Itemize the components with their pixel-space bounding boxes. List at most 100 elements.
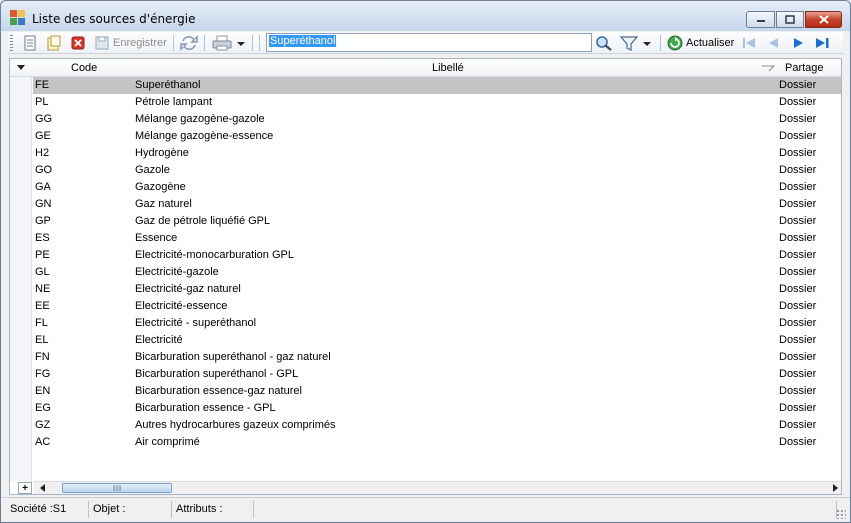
cell-partage: Dossier — [779, 96, 817, 108]
table-row[interactable]: NE Electricité-gaz naturel Dossier — [33, 281, 841, 298]
new-button[interactable] — [22, 34, 38, 52]
scroll-right-button[interactable] — [828, 482, 841, 494]
window-title: Liste des sources d'énergie — [32, 12, 196, 26]
toolbar: Enregistrer Superéthanol Actualiser — [8, 32, 843, 54]
table-row[interactable]: GO Gazole Dossier — [33, 162, 841, 179]
table-row[interactable]: GG Mélange gazogène-gazole Dossier — [33, 111, 841, 128]
table-row[interactable]: EL Electricité Dossier — [33, 332, 841, 349]
print-button[interactable] — [212, 34, 232, 52]
scrollbar-thumb[interactable] — [62, 483, 172, 493]
cell-libelle: Electricité-gazole — [135, 266, 219, 278]
column-header-partage[interactable]: Partage — [785, 62, 824, 74]
sync-icon — [180, 35, 198, 51]
last-record-button[interactable] — [814, 34, 832, 52]
status-empty — [255, 501, 837, 518]
cell-code: PE — [35, 249, 50, 261]
table-row[interactable]: FG Bicarburation superéthanol - GPL Dossie… — [33, 366, 841, 383]
scroll-left-button[interactable] — [36, 482, 49, 494]
print-dropdown-button[interactable] — [236, 34, 246, 52]
first-record-button[interactable] — [741, 34, 757, 52]
cell-libelle: Electricité - superéthanol — [135, 317, 257, 329]
sync-button[interactable] — [180, 34, 198, 52]
table-row[interactable]: PE Electricité-monocarburation GPL Dossier — [33, 247, 841, 264]
search-input[interactable]: Superéthanol — [266, 33, 592, 52]
maximize-button[interactable] — [776, 11, 804, 28]
data-grid[interactable]: Code Libellé Partage FE Superéthanol Dossi… — [9, 58, 842, 495]
cell-partage: Dossier — [779, 198, 817, 210]
cell-partage: Dossier — [779, 215, 817, 227]
column-header-code[interactable]: Code — [71, 62, 97, 74]
cell-code: AC — [35, 436, 51, 448]
table-row[interactable]: FE Superéthanol Dossier — [33, 77, 841, 94]
previous-record-button[interactable] — [766, 34, 782, 52]
column-filter-icon[interactable] — [761, 64, 776, 76]
table-row[interactable]: EG Bicarburation essence - GPL Dossier — [33, 400, 841, 417]
search-icon — [596, 36, 612, 51]
add-row-button[interactable]: + — [18, 482, 32, 494]
table-row[interactable]: H2 Hydrogène Dossier — [33, 145, 841, 162]
table-row[interactable]: EN Bicarburation essence-gaz naturel Dossi… — [33, 383, 841, 400]
cell-libelle: Gazole — [135, 164, 170, 176]
table-row[interactable]: AC Air comprimé Dossier — [33, 434, 841, 451]
table-row[interactable]: GN Gaz naturel Dossier — [33, 196, 841, 213]
close-icon — [818, 15, 829, 24]
cell-partage: Dossier — [779, 164, 817, 176]
save-button[interactable]: Enregistrer — [94, 34, 167, 52]
table-row[interactable]: GZ Autres hydrocarbures gazeux comprimés D… — [33, 417, 841, 434]
table-row[interactable]: GP Gaz de pétrole liquéfié GPL Dossier — [33, 213, 841, 230]
cell-libelle: Gaz naturel — [135, 198, 192, 210]
resize-grip-icon[interactable] — [836, 509, 846, 519]
minimize-button[interactable] — [746, 11, 775, 28]
cell-partage: Dossier — [779, 436, 817, 448]
toolbar-separator — [204, 35, 205, 51]
cell-libelle: Essence — [135, 232, 178, 244]
delete-icon — [71, 36, 85, 50]
grid-header: Code Libellé Partage — [10, 59, 841, 77]
next-record-button[interactable] — [790, 34, 806, 52]
table-row[interactable]: FL Electricité - superéthanol Dossier — [33, 315, 841, 332]
cell-libelle: Electricité-essence — [135, 300, 228, 312]
toolbar-separator — [660, 35, 661, 51]
printer-icon — [212, 35, 232, 51]
status-bar: Société :S1 Objet : Attributs : — [1, 497, 850, 522]
column-chooser-button[interactable] — [16, 63, 26, 76]
cell-libelle: Bicarburation superéthanol - gaz naturel — [135, 351, 331, 363]
cell-partage: Dossier — [779, 419, 817, 431]
refresh-button[interactable]: Actualiser — [667, 34, 734, 52]
cell-code: FE — [35, 79, 50, 91]
title-bar[interactable]: Liste des sources d'énergie — [1, 1, 850, 31]
filter-icon — [620, 36, 638, 51]
filter-button[interactable] — [620, 34, 638, 52]
cell-libelle: Autres hydrocarbures gazeux comprimés — [135, 419, 336, 431]
toolbar-grip[interactable] — [10, 35, 13, 51]
duplicate-icon — [47, 35, 61, 51]
duplicate-button[interactable] — [46, 34, 62, 52]
toolbar-separator — [173, 35, 174, 51]
table-row[interactable]: EE Electricité-essence Dossier — [33, 298, 841, 315]
cell-code: PL — [35, 96, 49, 108]
column-header-libelle[interactable]: Libellé — [432, 62, 464, 74]
cell-partage: Dossier — [779, 334, 817, 346]
close-button[interactable] — [805, 11, 842, 28]
cell-code: FN — [35, 351, 50, 363]
table-row[interactable]: PL Pétrole lampant Dossier — [33, 94, 841, 111]
filter-dropdown-button[interactable] — [642, 34, 652, 52]
cell-partage: Dossier — [779, 181, 817, 193]
table-row[interactable]: FN Bicarburation superéthanol - gaz natur… — [33, 349, 841, 366]
cell-code: GA — [35, 181, 51, 193]
cell-code: ES — [35, 232, 50, 244]
table-row[interactable]: GL Electricité-gazole Dossier — [33, 264, 841, 281]
table-row[interactable]: GA Gazogène Dossier — [33, 179, 841, 196]
cell-code: NE — [35, 283, 51, 295]
table-row[interactable]: ES Essence Dossier — [33, 230, 841, 247]
search-button[interactable] — [595, 34, 613, 52]
cell-code: FG — [35, 368, 51, 380]
first-icon — [743, 38, 755, 48]
cell-libelle: Pétrole lampant — [135, 96, 213, 108]
minimize-icon — [756, 19, 765, 22]
delete-button[interactable] — [70, 34, 86, 52]
app-icon — [10, 10, 26, 26]
horizontal-scrollbar[interactable]: + — [18, 481, 841, 494]
cell-partage: Dossier — [779, 300, 817, 312]
table-row[interactable]: GE Mélange gazogène-essence Dossier — [33, 128, 841, 145]
